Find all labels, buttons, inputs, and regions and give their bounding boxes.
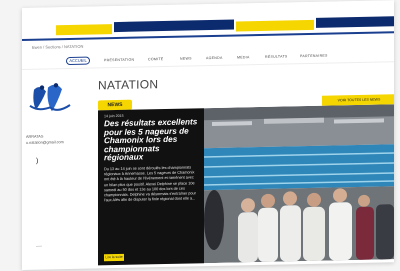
nav-item-agenda[interactable]: AGENDA xyxy=(206,56,223,60)
news-article-card: 14 juin 2015 Des résultats excellents po… xyxy=(98,108,204,266)
site-header xyxy=(22,0,394,41)
webpage: Ewen / Sections / NATATION ACCUEIL PRESE… xyxy=(22,0,394,271)
contact-email[interactable]: u.natation@gmail.com xyxy=(26,139,64,146)
screenshot-stage: Ewen / Sections / NATATION ACCUEIL PRESE… xyxy=(0,0,400,271)
read-more-button[interactable]: Lire la suite xyxy=(104,253,124,262)
article-excerpt: Du 13 au 14 juin se sont déroulés les ch… xyxy=(104,165,196,203)
nav-item-presentation[interactable]: PRESENTATION xyxy=(104,58,134,63)
page-title: NATATION xyxy=(98,77,159,93)
article-photo[interactable] xyxy=(204,104,394,264)
section-nav: ACCUEIL PRESENTATION COMITÉ NEWS AGENDA … xyxy=(22,48,394,70)
nav-item-comite[interactable]: COMITÉ xyxy=(148,57,163,61)
header-stripe-navy-2 xyxy=(316,16,394,28)
nav-item-news[interactable]: NEWS xyxy=(180,56,192,60)
scroll-marker-icon: — xyxy=(36,243,42,250)
chevron-right-icon[interactable]: ) xyxy=(36,158,38,165)
header-stripe-yellow-2 xyxy=(236,19,314,32)
nav-home-button[interactable]: ACCUEIL xyxy=(66,56,90,66)
header-stripe-yellow xyxy=(56,24,112,36)
header-stripe-navy xyxy=(114,19,234,33)
article-title[interactable]: Des résultats excellents pour les 5 nage… xyxy=(104,117,198,163)
contact-info: ARRATAS u.natation@gmail.com xyxy=(26,133,64,146)
nav-item-media[interactable]: MEDIA xyxy=(237,55,250,59)
club-logo[interactable] xyxy=(28,81,72,122)
nav-item-partenaires[interactable]: PARTENAIRES xyxy=(300,54,328,59)
breadcrumb[interactable]: Ewen / Sections / NATATION xyxy=(32,44,83,50)
nav-item-resultats[interactable]: RÉSULTATS xyxy=(265,54,288,58)
